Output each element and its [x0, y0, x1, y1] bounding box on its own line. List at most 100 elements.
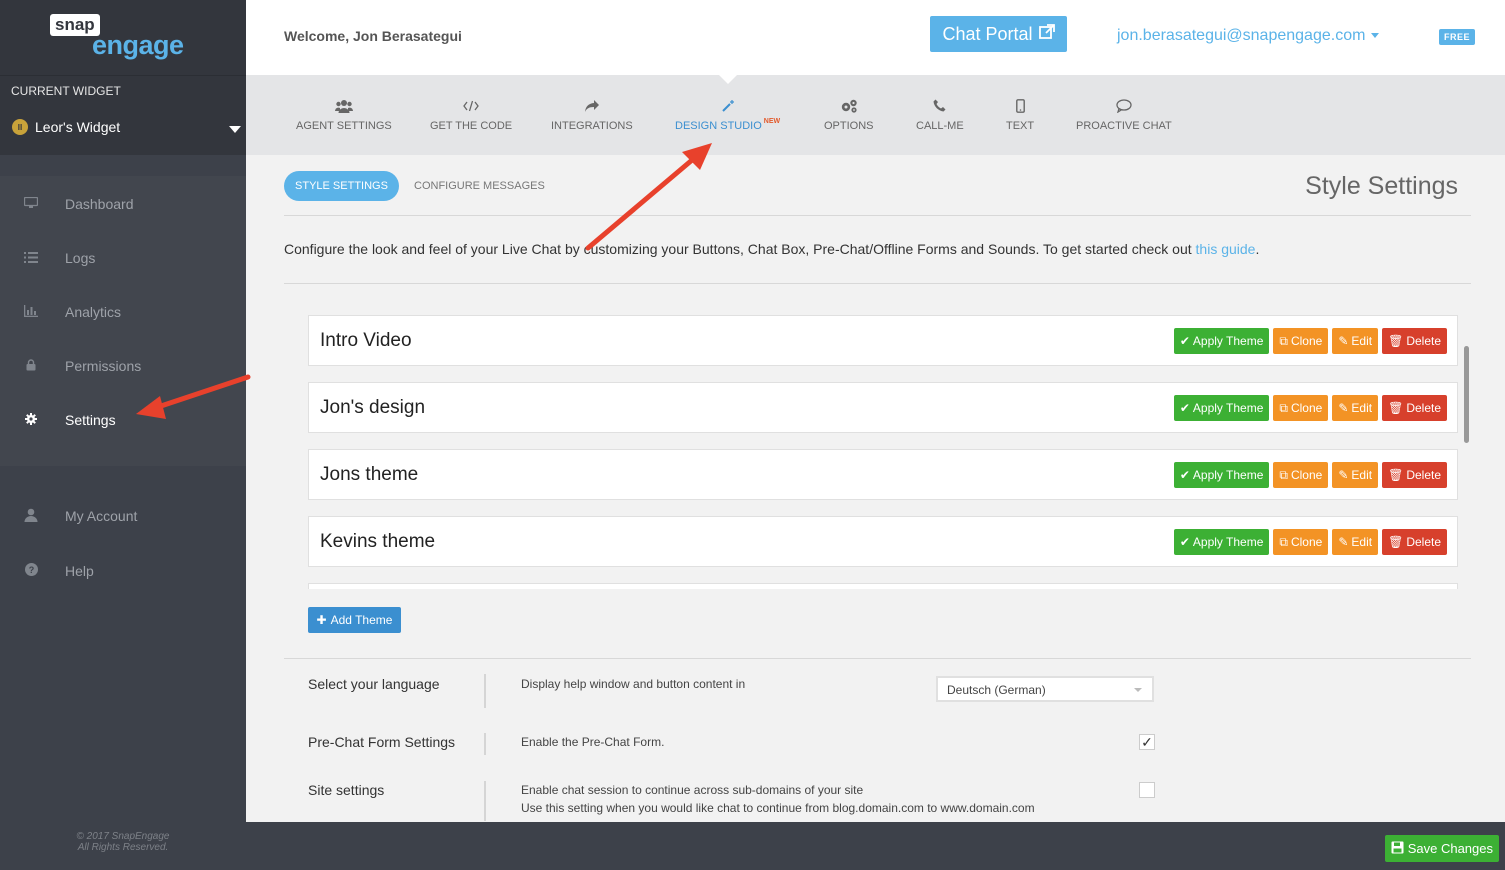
edit-button[interactable]: ✎ Edit	[1332, 529, 1379, 555]
site-settings-checkbox[interactable]	[1139, 782, 1155, 798]
edit-icon: ✎	[1338, 334, 1349, 348]
button-label: Delete	[1406, 535, 1441, 549]
theme-row: Jon's design ✔ Apply Theme ⧉ Clone ✎ Edit 🗑…	[308, 382, 1458, 433]
sidebar-item-label: Permissions	[65, 358, 142, 374]
button-label: Edit	[1351, 334, 1373, 348]
sidebar-item-my-account[interactable]: My Account	[0, 496, 246, 536]
chat-portal-button[interactable]: Chat Portal	[930, 16, 1067, 52]
phone-icon	[916, 99, 964, 115]
sidebar-item-dashboard[interactable]: Dashboard	[0, 184, 246, 224]
prechat-checkbox[interactable]: ✓	[1139, 734, 1155, 750]
edit-icon: ✎	[1338, 401, 1349, 415]
guide-link[interactable]: this guide	[1196, 241, 1256, 257]
tab-label: GET THE CODE	[430, 120, 513, 132]
tab-label: OPTIONS	[824, 120, 874, 132]
theme-name: Kevins theme	[320, 531, 436, 552]
sidebar-nav: Dashboard Logs Analytics Permissions Set…	[0, 176, 246, 466]
chat-portal-label: Chat Portal	[942, 23, 1033, 44]
sidebar-item-analytics[interactable]: Analytics	[0, 292, 246, 332]
theme-list[interactable]: Intro Video ✔ Apply Theme ⧉ Clone ✎ Edit 🗑 D…	[308, 313, 1458, 589]
sidebar-item-settings[interactable]: Settings	[0, 400, 246, 440]
theme-actions: ✔ Apply Theme ⧉ Clone ✎ Edit 🗑 Delete	[1173, 529, 1447, 555]
trash-icon: 🗑	[1388, 535, 1404, 549]
language-select[interactable]: Deutsch (German)	[936, 676, 1154, 702]
edit-button[interactable]: ✎ Edit	[1332, 462, 1379, 488]
trash-icon: 🗑	[1388, 468, 1404, 482]
sidebar-item-permissions[interactable]: Permissions	[0, 346, 246, 386]
svg-text:?: ?	[28, 565, 34, 575]
tab-integrations[interactable]: INTEGRATIONS	[551, 99, 633, 132]
external-link-icon	[1038, 23, 1055, 45]
add-theme-button[interactable]: ✚ Add Theme	[308, 607, 401, 633]
button-label: Delete	[1406, 334, 1441, 348]
delete-button[interactable]: 🗑 Delete	[1382, 328, 1447, 354]
delete-button[interactable]: 🗑 Delete	[1382, 462, 1447, 488]
caret-down-icon	[1134, 688, 1142, 692]
button-label: Delete	[1406, 401, 1441, 415]
copyright: © 2017 SnapEngage All Rights Reserved.	[0, 831, 246, 853]
pause-icon: II	[12, 119, 28, 135]
button-label: Clone	[1290, 334, 1323, 348]
theme-name: Intro Video	[320, 330, 412, 351]
divider	[484, 733, 486, 755]
edit-icon: ✎	[1338, 468, 1349, 482]
theme-list-scrollbar[interactable]	[1464, 346, 1469, 443]
current-widget-label: CURRENT WIDGET	[11, 84, 121, 98]
tab-text[interactable]: TEXT	[1006, 99, 1034, 132]
divider	[284, 283, 1471, 284]
apply-theme-button[interactable]: ✔ Apply Theme	[1173, 328, 1270, 354]
clone-button[interactable]: ⧉ Clone	[1273, 462, 1329, 488]
subtab-style-settings[interactable]: STYLE SETTINGS	[284, 171, 399, 201]
button-label: Apply Theme	[1192, 468, 1264, 482]
caret-down-icon[interactable]	[229, 126, 241, 133]
theme-actions: ✔ Apply Theme ⧉ Clone ✎ Edit 🗑 Delete	[1173, 395, 1447, 421]
edit-button[interactable]: ✎ Edit	[1332, 395, 1379, 421]
mobile-icon	[1006, 99, 1034, 115]
clone-button[interactable]: ⧉ Clone	[1273, 328, 1329, 354]
welcome-text: Welcome, Jon Berasategui	[284, 28, 462, 44]
caret-down-icon	[1371, 33, 1380, 39]
edit-button[interactable]: ✎ Edit	[1332, 328, 1379, 354]
apply-theme-button[interactable]: ✔ Apply Theme	[1173, 395, 1270, 421]
tab-agent-settings[interactable]: AGENT SETTINGS	[296, 99, 392, 132]
button-label: Edit	[1351, 401, 1373, 415]
theme-row: Kevins theme ✔ Apply Theme ⧉ Clone ✎ Edit 🗑…	[308, 516, 1458, 567]
sidebar-item-label: Analytics	[65, 304, 122, 320]
button-label: Apply Theme	[1192, 535, 1264, 549]
bar-chart-icon	[23, 304, 39, 320]
header: Welcome, Jon Berasategui Chat Portal jon…	[246, 0, 1505, 75]
plan-badge: FREE	[1439, 29, 1476, 45]
sidebar-item-label: Help	[65, 563, 94, 579]
tab-get-the-code[interactable]: GET THE CODE	[430, 99, 512, 132]
tab-design-studio[interactable]: DESIGN STUDIO NEW	[675, 99, 780, 132]
sidebar-item-help[interactable]: ? Help	[0, 551, 246, 591]
account-menu[interactable]: jon.berasategui@snapengage.com	[1117, 27, 1380, 45]
tab-label: DESIGN STUDIO	[675, 120, 762, 132]
tab-proactive-chat[interactable]: PROACTIVE CHAT	[1076, 99, 1172, 132]
tab-call-me[interactable]: CALL-ME	[916, 99, 964, 132]
logo-engage-text: engage	[92, 30, 184, 60]
sidebar-item-label: Settings	[65, 412, 116, 428]
save-changes-button[interactable]: Save Changes	[1384, 835, 1499, 862]
trash-icon: 🗑	[1388, 334, 1404, 348]
user-icon	[23, 508, 39, 525]
edit-icon: ✎	[1338, 535, 1349, 549]
apply-theme-button[interactable]: ✔ Apply Theme	[1173, 529, 1270, 555]
clone-button[interactable]: ⧉ Clone	[1273, 529, 1329, 555]
monitor-icon	[23, 196, 39, 212]
sidebar-item-logs[interactable]: Logs	[0, 238, 246, 278]
delete-button[interactable]: 🗑 Delete	[1382, 395, 1447, 421]
tab-options[interactable]: OPTIONS	[824, 99, 874, 132]
copy-icon: ⧉	[1279, 467, 1288, 482]
delete-button[interactable]: 🗑 Delete	[1382, 529, 1447, 555]
subtab-configure-messages[interactable]: CONFIGURE MESSAGES	[414, 180, 545, 192]
copyright-line: © 2017 SnapEngage	[76, 831, 170, 842]
theme-row: Jons theme ✔ Apply Theme ⧉ Clone ✎ Edit 🗑 De…	[308, 449, 1458, 500]
widget-selector[interactable]: II Leor's Widget	[12, 119, 120, 135]
apply-theme-button[interactable]: ✔ Apply Theme	[1173, 462, 1270, 488]
logo[interactable]: snap engage	[0, 0, 246, 75]
setting-desc-language: Display help window and button content i…	[521, 677, 746, 691]
clone-button[interactable]: ⧉ Clone	[1273, 395, 1329, 421]
setting-label-site: Site settings	[308, 782, 385, 798]
chat-bubble-icon	[1076, 99, 1172, 115]
